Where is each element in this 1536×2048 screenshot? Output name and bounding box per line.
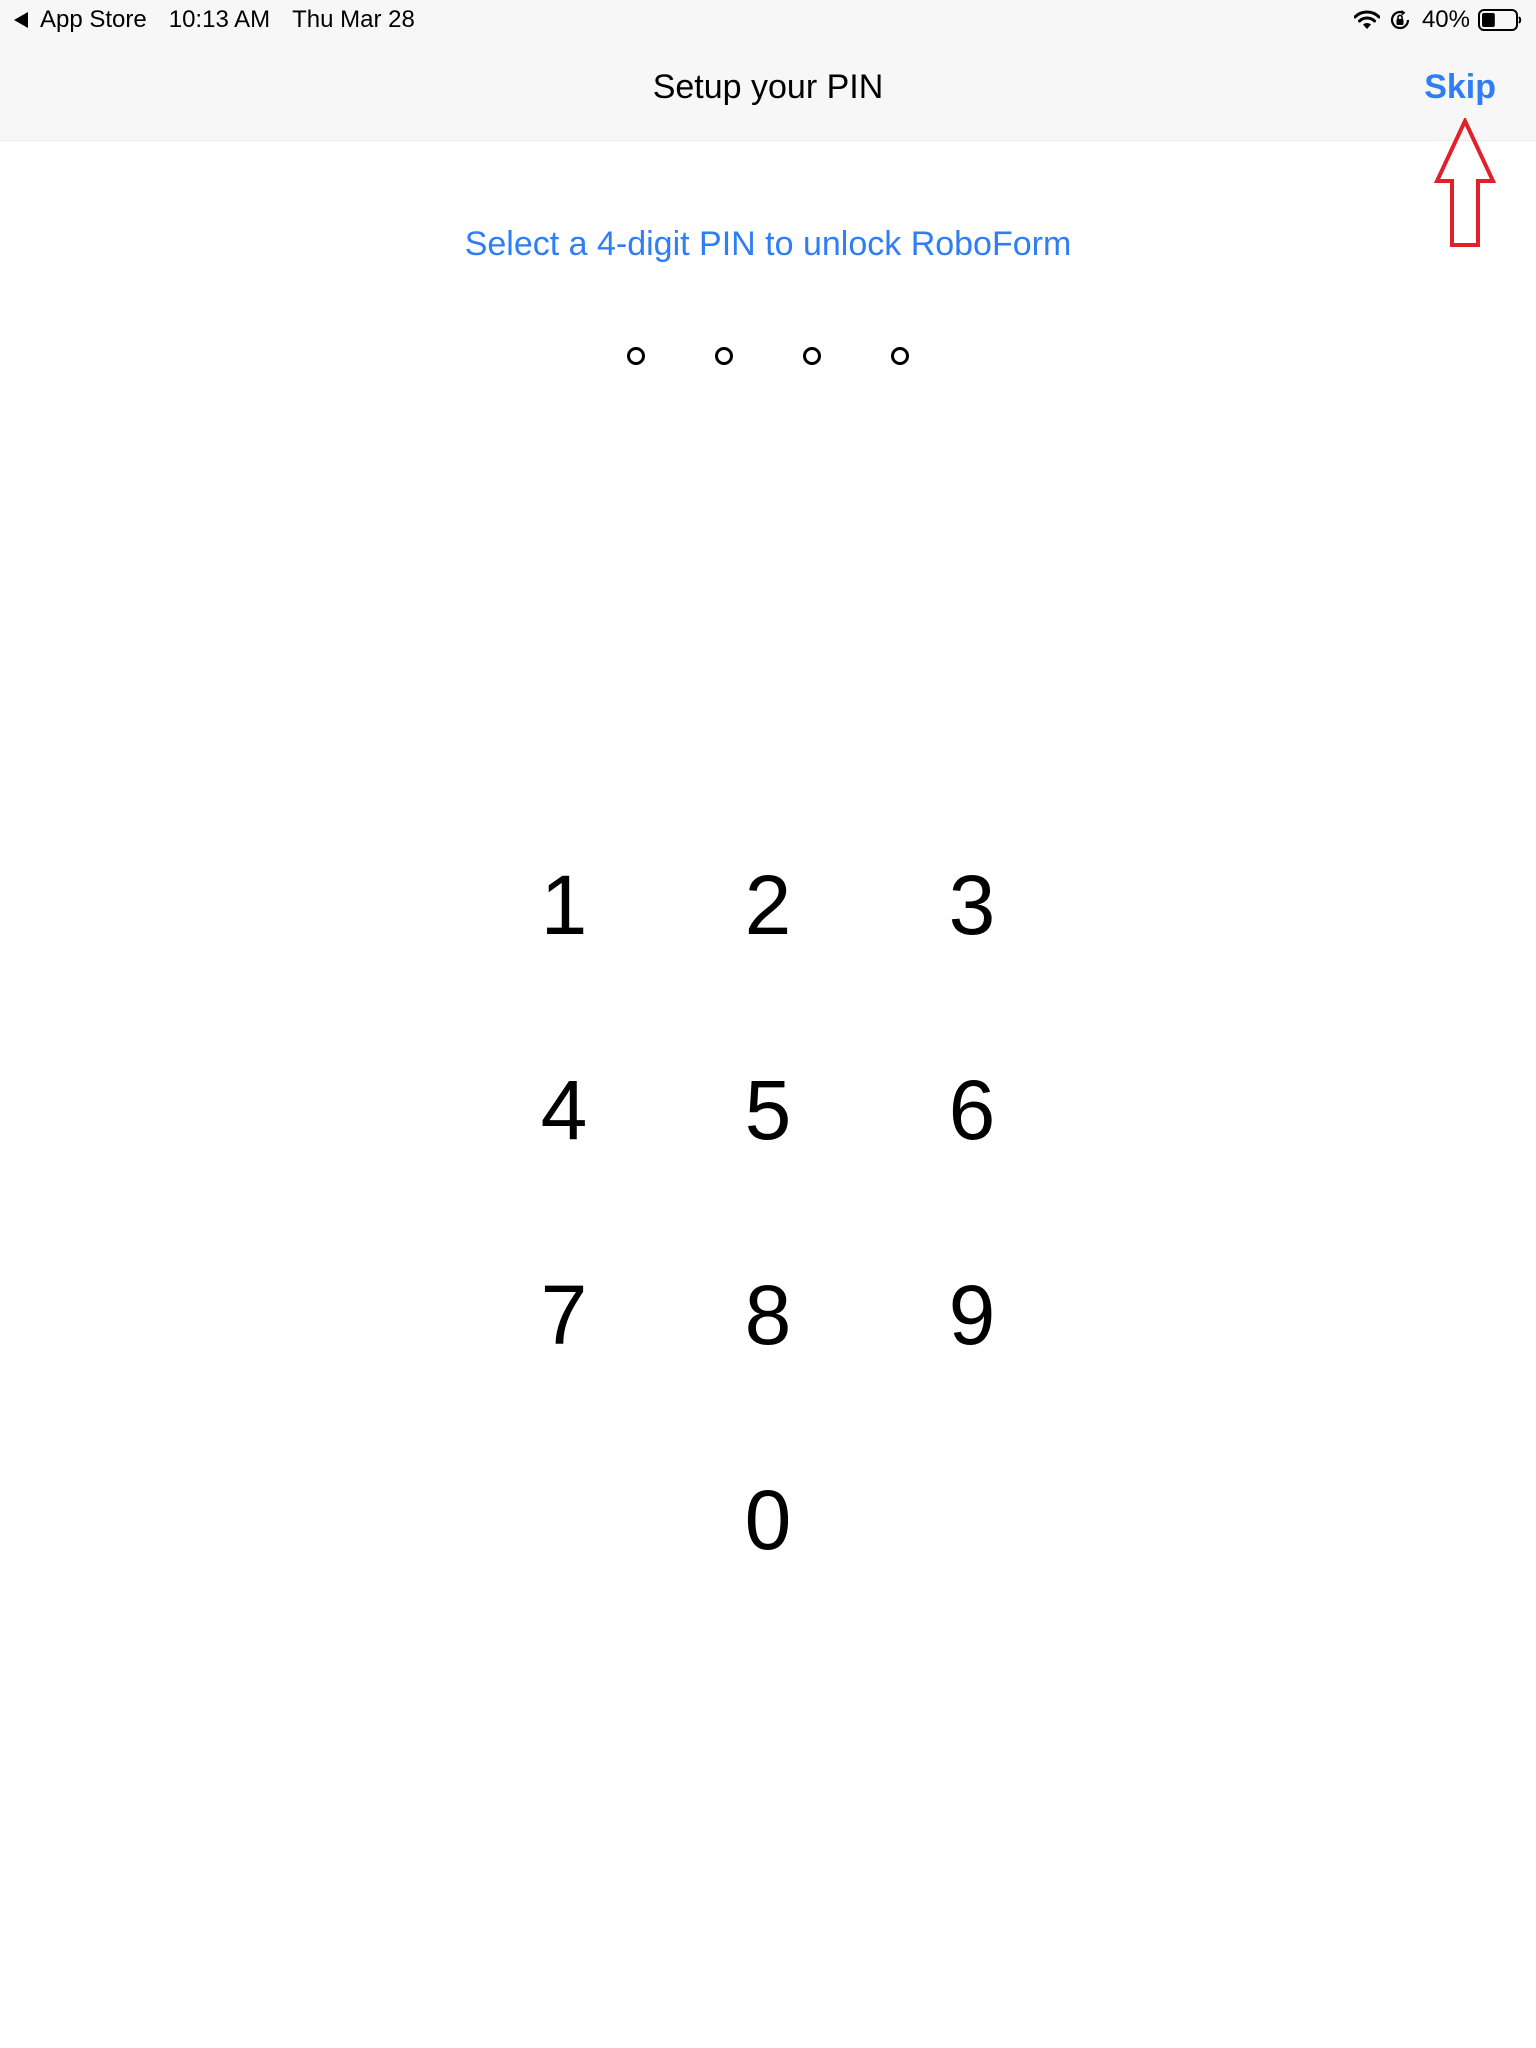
status-right: 40% — [1353, 6, 1522, 34]
battery-icon — [1478, 9, 1522, 31]
battery-percentage: 40% — [1421, 6, 1470, 33]
keypad-key-1[interactable]: 1 — [462, 803, 666, 1008]
keypad-key-4[interactable]: 4 — [462, 1008, 666, 1213]
numeric-keypad: 1234567890 — [462, 803, 1074, 1623]
keypad-key-7[interactable]: 7 — [462, 1213, 666, 1418]
navigation-bar: Setup your PIN Skip — [0, 40, 1536, 141]
keypad-key-6[interactable]: 6 — [870, 1008, 1074, 1213]
status-bar: App Store 10:13 AM Thu Mar 28 40% — [0, 0, 1536, 40]
status-left: App Store 10:13 AM Thu Mar 28 — [14, 6, 415, 34]
skip-button[interactable]: Skip — [1424, 68, 1496, 107]
status-date: Thu Mar 28 — [292, 6, 415, 33]
keypad-key-2[interactable]: 2 — [666, 803, 870, 1008]
pin-dot — [715, 347, 733, 365]
pin-indicator — [0, 347, 1536, 365]
pin-setup-screen: App Store 10:13 AM Thu Mar 28 40% Setup … — [0, 0, 1536, 2048]
back-to-app-label[interactable]: App Store — [40, 6, 147, 34]
pin-instruction: Select a 4-digit PIN to unlock RoboForm — [464, 225, 1072, 263]
keypad-key-9[interactable]: 9 — [870, 1213, 1074, 1418]
status-time: 10:13 AM — [168, 6, 271, 33]
pin-dot — [627, 347, 645, 365]
orientation-lock-icon — [1390, 10, 1410, 30]
keypad-key-5[interactable]: 5 — [666, 1008, 870, 1213]
keypad-key-0[interactable]: 0 — [666, 1418, 870, 1623]
keypad-key-3[interactable]: 3 — [870, 803, 1074, 1008]
wifi-icon — [1353, 10, 1380, 29]
back-arrow-icon[interactable] — [14, 12, 28, 28]
pin-dot — [891, 347, 909, 365]
keypad-key-8[interactable]: 8 — [666, 1213, 870, 1418]
pin-dot — [803, 347, 821, 365]
page-title: Setup your PIN — [652, 68, 884, 106]
